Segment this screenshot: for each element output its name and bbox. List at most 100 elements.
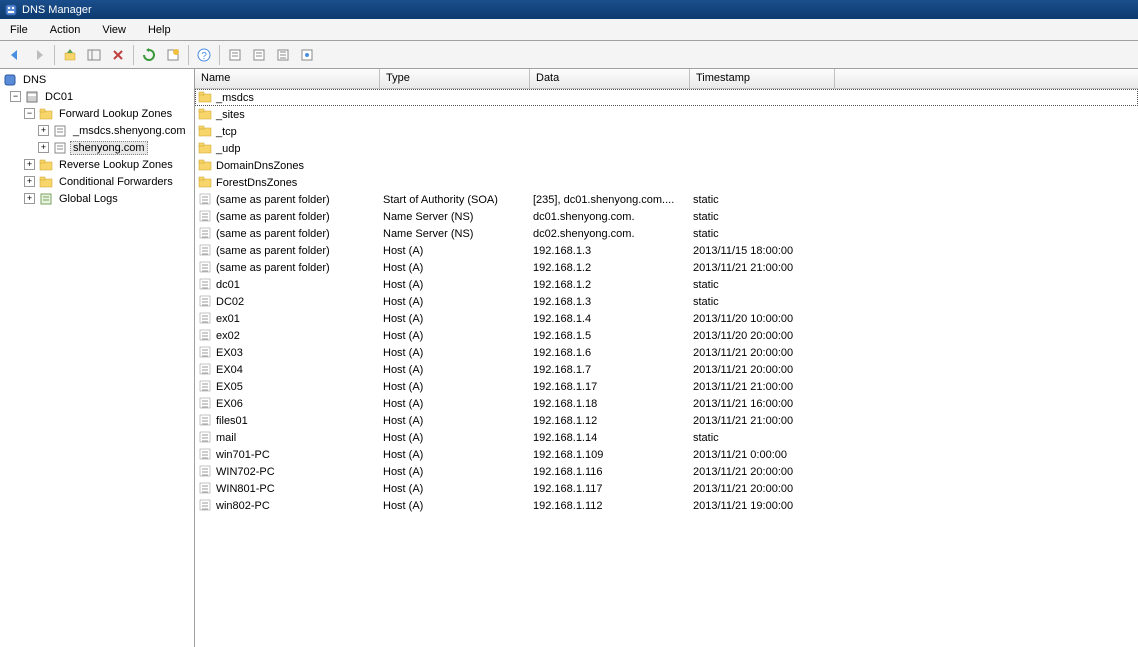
record-name: dc01 (216, 279, 240, 291)
record-name: WIN801-PC (216, 483, 275, 495)
list-record[interactable]: (same as parent folder) Start of Authorit… (195, 191, 1138, 208)
record-data: 192.168.1.7 (530, 364, 690, 376)
list-record[interactable]: WIN702-PCHost (A)192.168.1.1162013/11/21… (195, 463, 1138, 480)
record-name: (same as parent folder) (216, 194, 330, 206)
list-folder[interactable]: _tcp (195, 123, 1138, 140)
action-button-2[interactable] (248, 44, 270, 66)
zone-icon (52, 123, 67, 138)
action-button-3[interactable] (272, 44, 294, 66)
record-name: mail (216, 432, 236, 444)
toolbar-separator (133, 45, 134, 65)
menu-help[interactable]: Help (144, 22, 175, 38)
list-folder[interactable]: _sites (195, 106, 1138, 123)
tree-root-dns[interactable]: DNS (0, 71, 194, 88)
back-button[interactable] (4, 44, 26, 66)
col-timestamp[interactable]: Timestamp (690, 69, 835, 88)
list-record[interactable]: EX06Host (A)192.168.1.182013/11/21 16:00… (195, 395, 1138, 412)
expander-icon[interactable]: − (24, 108, 35, 119)
record-icon (198, 447, 213, 462)
refresh-button[interactable] (138, 44, 160, 66)
record-icon (198, 481, 213, 496)
tree-flz[interactable]: − Forward Lookup Zones (0, 105, 194, 122)
tree-label: Global Logs (56, 193, 121, 205)
folder-icon (198, 158, 213, 173)
list-record[interactable]: dc01Host (A)192.168.1.2static (195, 276, 1138, 293)
show-hide-button[interactable] (83, 44, 105, 66)
list-record[interactable]: ex01Host (A)192.168.1.42013/11/20 10:00:… (195, 310, 1138, 327)
tree-gl[interactable]: + Global Logs (0, 190, 194, 207)
list-record[interactable]: (same as parent folder)Host (A)192.168.1… (195, 259, 1138, 276)
list-folder[interactable]: _msdcs (195, 89, 1138, 106)
folder-icon (198, 107, 213, 122)
menu-file[interactable]: File (6, 22, 32, 38)
record-icon (198, 192, 213, 207)
col-name[interactable]: Name (195, 69, 380, 88)
record-name: EX06 (216, 398, 243, 410)
record-type: Host (A) (380, 330, 530, 342)
record-timestamp: static (690, 432, 835, 444)
record-data: 192.168.1.3 (530, 245, 690, 257)
list-record[interactable]: EX05Host (A)192.168.1.172013/11/21 21:00… (195, 378, 1138, 395)
col-type[interactable]: Type (380, 69, 530, 88)
list-record[interactable]: mailHost (A)192.168.1.14static (195, 429, 1138, 446)
list-folder[interactable]: DomainDnsZones (195, 157, 1138, 174)
record-data: 192.168.1.17 (530, 381, 690, 393)
record-timestamp: static (690, 296, 835, 308)
list-record[interactable]: win802-PCHost (A)192.168.1.1122013/11/21… (195, 497, 1138, 514)
expander-icon[interactable]: + (38, 125, 49, 136)
record-type: Name Server (NS) (380, 211, 530, 223)
list-folder[interactable]: ForestDnsZones (195, 174, 1138, 191)
toolbar-separator (188, 45, 189, 65)
tree-rlz[interactable]: + Reverse Lookup Zones (0, 156, 194, 173)
action-button-4[interactable] (296, 44, 318, 66)
action-button-1[interactable] (224, 44, 246, 66)
expander-icon[interactable]: − (10, 91, 21, 102)
record-data: 192.168.1.117 (530, 483, 690, 495)
list-record[interactable]: DC02Host (A)192.168.1.3static (195, 293, 1138, 310)
list-folder[interactable]: _udp (195, 140, 1138, 157)
record-type: Host (A) (380, 296, 530, 308)
expander-icon[interactable]: + (38, 142, 49, 153)
record-timestamp: 2013/11/21 20:00:00 (690, 483, 835, 495)
list-record[interactable]: (same as parent folder)Name Server (NS)d… (195, 208, 1138, 225)
menu-action[interactable]: Action (46, 22, 85, 38)
record-timestamp: static (690, 228, 835, 240)
record-list[interactable]: _msdcs_sites_tcp_udpDomainDnsZonesForest… (195, 89, 1138, 647)
list-record[interactable]: win701-PCHost (A)192.168.1.1092013/11/21… (195, 446, 1138, 463)
list-record[interactable]: EX04Host (A)192.168.1.72013/11/21 20:00:… (195, 361, 1138, 378)
help-button[interactable]: ? (193, 44, 215, 66)
col-data[interactable]: Data (530, 69, 690, 88)
list-record[interactable]: files01Host (A)192.168.1.122013/11/21 21… (195, 412, 1138, 429)
record-timestamp: static (690, 279, 835, 291)
delete-button[interactable] (107, 44, 129, 66)
tree-zone-msdcs[interactable]: + _msdcs.shenyong.com (0, 122, 194, 139)
expander-icon[interactable]: + (24, 159, 35, 170)
dns-icon (2, 72, 17, 87)
record-type: Host (A) (380, 483, 530, 495)
list-record[interactable]: WIN801-PC Host (A)192.168.1.1172013/11/21… (195, 480, 1138, 497)
tree-server[interactable]: − DC01 (0, 88, 194, 105)
tree-label: Conditional Forwarders (56, 176, 176, 188)
up-button[interactable] (59, 44, 81, 66)
menu-view[interactable]: View (98, 22, 130, 38)
list-record[interactable]: (same as parent folder)Host (A)192.168.1… (195, 242, 1138, 259)
list-record[interactable]: ex02Host (A)192.168.1.52013/11/20 20:00:… (195, 327, 1138, 344)
tree-label: _msdcs.shenyong.com (70, 125, 189, 137)
nav-tree[interactable]: DNS − DC01 − Forward Lookup Zones + _msd… (0, 69, 195, 647)
titlebar-text: DNS Manager (22, 4, 92, 16)
new-button[interactable] (162, 44, 184, 66)
record-name: (same as parent folder) (216, 228, 330, 240)
expander-icon[interactable]: + (24, 193, 35, 204)
list-record[interactable]: EX03Host (A)192.168.1.62013/11/21 20:00:… (195, 344, 1138, 361)
record-icon (198, 498, 213, 513)
record-type: Start of Authority (SOA) (380, 194, 530, 206)
record-name: win701-PC (216, 449, 270, 461)
record-type: Host (A) (380, 398, 530, 410)
tree-zone-shenyong[interactable]: + shenyong.com (0, 139, 194, 156)
tree-cf[interactable]: + Conditional Forwarders (0, 173, 194, 190)
forward-button[interactable] (28, 44, 50, 66)
record-icon (198, 413, 213, 428)
list-record[interactable]: (same as parent folder)Name Server (NS)d… (195, 225, 1138, 242)
record-name: EX03 (216, 347, 243, 359)
expander-icon[interactable]: + (24, 176, 35, 187)
